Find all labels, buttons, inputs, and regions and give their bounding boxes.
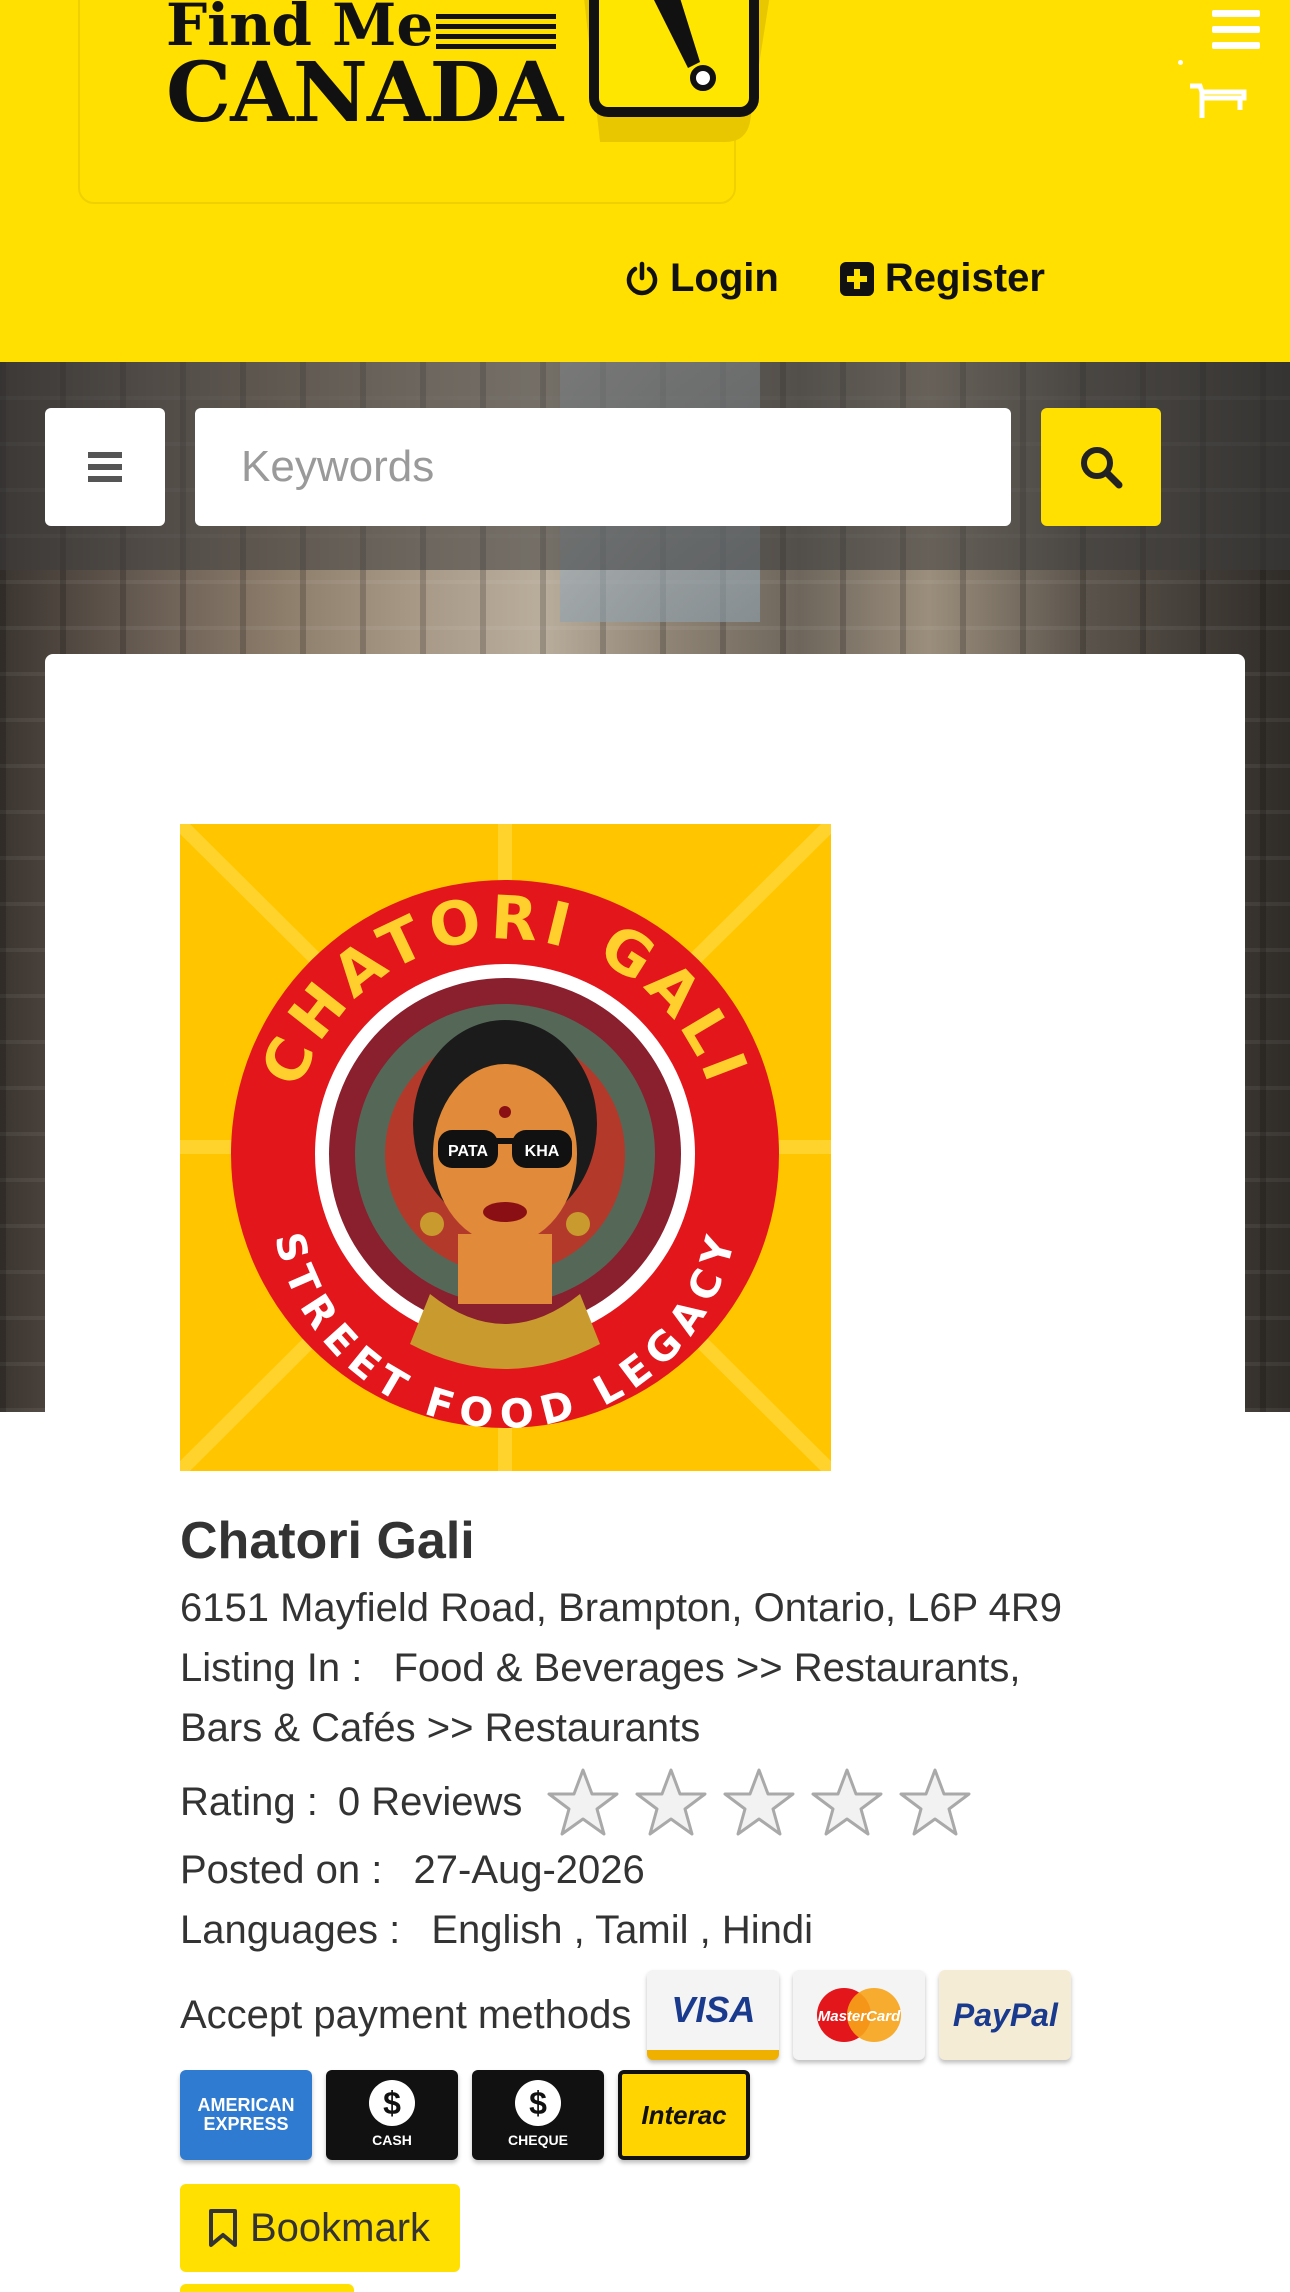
star-icon[interactable]	[898, 1766, 972, 1838]
star-icon[interactable]	[810, 1766, 884, 1838]
bookmark-label: Bookmark	[250, 2206, 431, 2251]
mastercard-text: MasterCard	[818, 2008, 901, 2025]
dollar-icon: $	[515, 2079, 561, 2126]
bookmark-button[interactable]: Bookmark	[180, 2184, 461, 2273]
paypal-badge: PayPal	[939, 1970, 1072, 2061]
reviews-count[interactable]: 0 Reviews	[338, 1772, 523, 1832]
logo-tag-icon	[584, 0, 770, 142]
listing-category-link[interactable]: Food & Beverages >> Restaurants,	[393, 1646, 1020, 1690]
cheque-text: CHEQUE	[508, 2131, 568, 2148]
register-link[interactable]: Register	[839, 256, 1045, 301]
logo-line2: CANADA	[166, 45, 563, 141]
posted-date: 27-Aug-2026	[413, 1848, 645, 1893]
interac-badge: Interac	[618, 2070, 750, 2161]
languages-row: Languages : English , Tamil , Hindi	[180, 1900, 1140, 1960]
register-label: Register	[884, 256, 1045, 300]
mastercard-logo: MasterCard	[817, 1988, 901, 2043]
login-link[interactable]: Login	[624, 256, 779, 301]
search-button[interactable]	[1041, 408, 1161, 526]
listing-in-label: Listing In :	[180, 1646, 363, 1691]
star-icon[interactable]	[634, 1766, 708, 1838]
dollar-icon: $	[369, 2079, 415, 2126]
amex-badge: AMERICAN EXPRESS	[180, 2070, 312, 2161]
posted-row: Posted on : 27-Aug-2026	[180, 1840, 1140, 1900]
rating-row: Rating : 0 Reviews	[180, 1766, 1140, 1838]
posted-label: Posted on :	[180, 1848, 383, 1893]
decorative-dot	[1178, 60, 1183, 65]
payment-row: Accept payment methods VISA MasterCard P…	[180, 1970, 1140, 2061]
glasses-right-text: KHA	[525, 1143, 560, 1160]
login-label: Login	[670, 256, 779, 300]
star-rating[interactable]	[546, 1766, 972, 1838]
chatori-gali-logo: PATA KHA CHATORI GALI STREET FOOD LEGACY	[180, 824, 831, 1471]
interac-text: Interac	[641, 2099, 727, 2130]
partial-action-button[interactable]	[180, 2284, 354, 2292]
bars-icon	[88, 446, 122, 488]
amex-line2: EXPRESS	[203, 2114, 289, 2135]
listing-address: 6151 Mayfield Road, Brampton, Ontario, L…	[180, 1586, 1062, 1631]
mastercard-badge: MasterCard	[793, 1970, 926, 2061]
listing-details: Chatori Gali 6151 Mayfield Road, Brampto…	[180, 1510, 1140, 2273]
languages-value: English , Tamil , Hindi	[431, 1908, 813, 1953]
listing-logo-image: PATA KHA CHATORI GALI STREET FOOD LEGACY	[180, 824, 831, 1471]
rating-label: Rating :	[180, 1780, 318, 1825]
cash-text: CASH	[372, 2131, 412, 2148]
star-icon[interactable]	[722, 1766, 796, 1838]
listing-title: Chatori Gali	[180, 1512, 475, 1570]
payment-label: Accept payment methods	[180, 1993, 632, 2038]
cheque-badge: $ CHEQUE	[472, 2070, 604, 2161]
bookmark-icon	[209, 2209, 237, 2248]
auth-links: Login Register	[624, 256, 1045, 301]
cash-badge: $ CASH	[326, 2070, 458, 2161]
category-menu-button[interactable]	[45, 408, 165, 526]
listing-category-line1: Listing In : Food & Beverages >> Restaur…	[180, 1638, 1140, 1698]
visa-badge: VISA	[647, 1970, 780, 2061]
payment-badges-row2: AMERICAN EXPRESS $ CASH $ CHEQUE Interac	[180, 2070, 1140, 2161]
payment-badges-row1: VISA MasterCard PayPal	[647, 1970, 1072, 2061]
power-icon	[626, 261, 658, 295]
star-icon[interactable]	[546, 1766, 620, 1838]
listing-category-line2[interactable]: Bars & Cafés >> Restaurants	[180, 1698, 1140, 1758]
amex-line1: AMERICAN	[197, 2094, 295, 2115]
plus-square-icon	[839, 261, 874, 296]
logo-dashes	[436, 14, 556, 54]
languages-label: Languages :	[180, 1908, 401, 1953]
glasses-left-text: PATA	[448, 1143, 488, 1160]
paypal-text: PayPal	[952, 1997, 1058, 2034]
search-bar	[0, 362, 1290, 570]
hamburger-icon[interactable]	[1212, 10, 1260, 52]
search-input[interactable]	[195, 408, 1011, 526]
site-logo[interactable]: Find Me CANADA	[78, 0, 770, 204]
site-header: Find Me CANADA Login Register	[0, 0, 1290, 362]
search-icon	[1081, 447, 1123, 489]
cart-icon[interactable]	[1188, 80, 1248, 122]
